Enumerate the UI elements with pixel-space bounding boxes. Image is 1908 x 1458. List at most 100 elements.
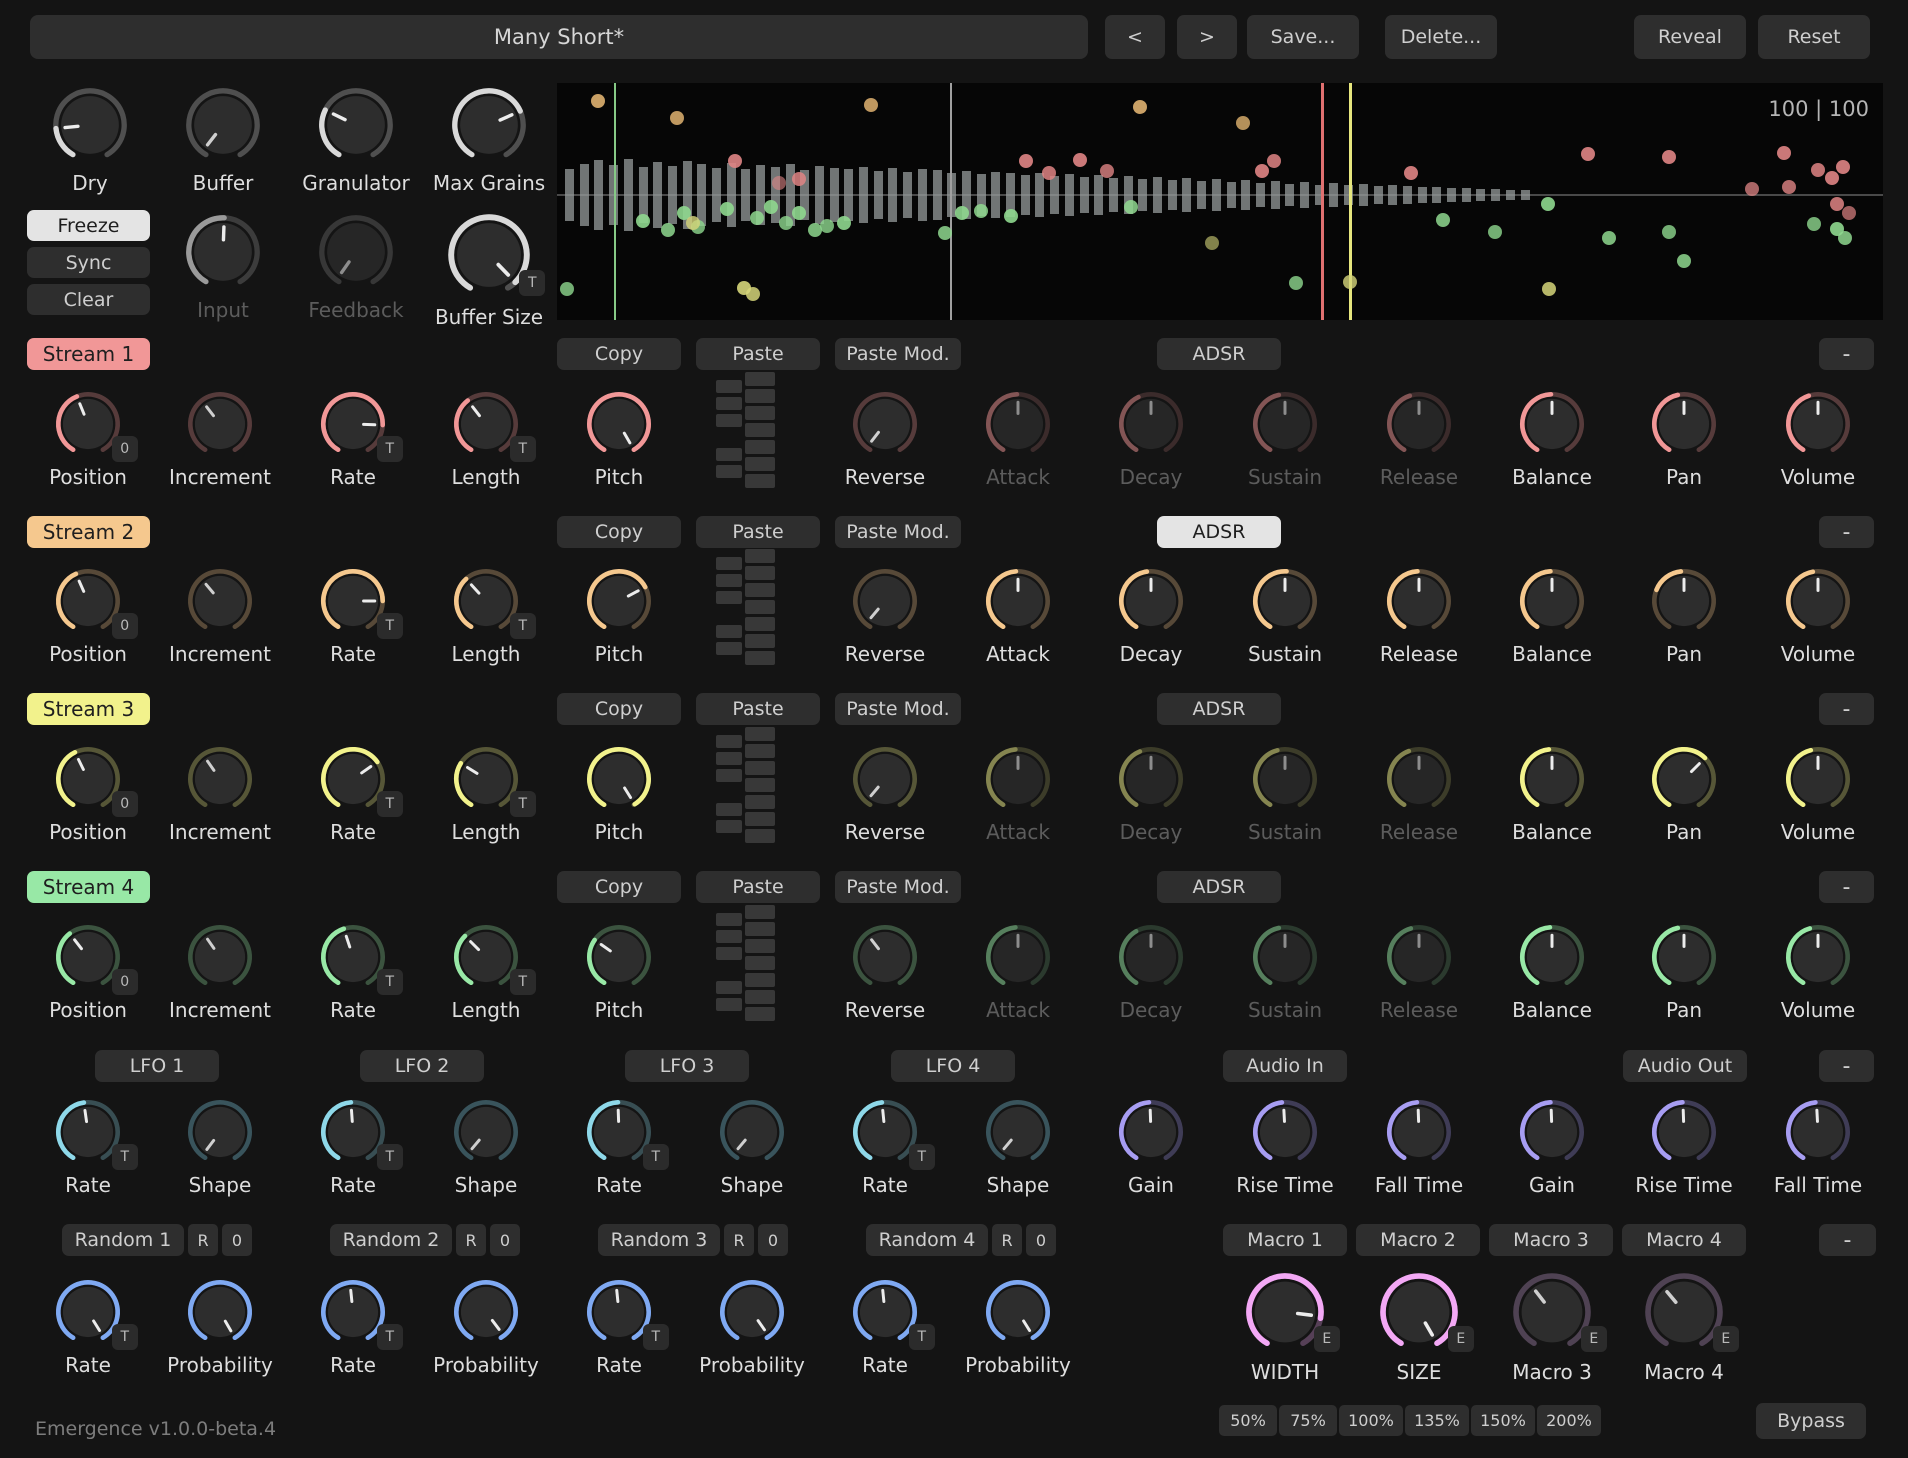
white-key[interactable] — [745, 744, 775, 758]
pitch-knob[interactable] — [586, 746, 652, 812]
t-badge-button[interactable]: T — [377, 969, 403, 995]
random-3-0-button[interactable]: 0 — [758, 1224, 788, 1256]
volume-knob[interactable] — [1785, 924, 1851, 990]
t-badge-button[interactable]: T — [377, 1144, 403, 1170]
attack-knob[interactable] — [985, 568, 1051, 634]
black-key[interactable] — [716, 981, 742, 994]
stream-4-copy-button[interactable]: Copy — [557, 871, 681, 903]
white-key[interactable] — [745, 566, 775, 580]
t-badge-button[interactable]: T — [112, 1324, 138, 1350]
white-key[interactable] — [745, 761, 775, 775]
sync-toggle[interactable]: Sync — [27, 247, 150, 278]
white-key[interactable] — [745, 651, 775, 665]
t-badge-button[interactable]: T — [519, 270, 545, 296]
reverse-knob[interactable] — [852, 568, 918, 634]
black-key[interactable] — [716, 414, 742, 427]
preset-name-field[interactable]: Many Short* — [30, 15, 1088, 59]
white-key[interactable] — [745, 973, 775, 987]
input-knob[interactable] — [185, 214, 261, 290]
pitch-knob[interactable] — [586, 568, 652, 634]
probability-knob[interactable] — [985, 1279, 1051, 1345]
black-key[interactable] — [716, 803, 742, 816]
release-knob[interactable] — [1386, 568, 1452, 634]
stream-3-paste-mod-button[interactable]: Paste Mod. — [835, 693, 961, 725]
black-key[interactable] — [716, 465, 742, 478]
0-badge-button[interactable]: 0 — [112, 613, 138, 639]
black-key[interactable] — [716, 642, 742, 655]
0-badge-button[interactable]: 0 — [112, 969, 138, 995]
white-key[interactable] — [745, 406, 775, 420]
sustain-knob[interactable] — [1252, 924, 1318, 990]
white-key[interactable] — [745, 812, 775, 826]
t-badge-button[interactable]: T — [510, 436, 536, 462]
random-1-r-button[interactable]: R — [188, 1224, 218, 1256]
freeze-toggle[interactable]: Freeze — [27, 210, 150, 241]
stream-2-copy-button[interactable]: Copy — [557, 516, 681, 548]
lfo-1-button[interactable]: LFO 1 — [95, 1050, 219, 1082]
sustain-knob[interactable] — [1252, 391, 1318, 457]
black-key[interactable] — [716, 947, 742, 960]
zoom-150-button[interactable]: 150% — [1471, 1405, 1535, 1436]
volume-knob[interactable] — [1785, 391, 1851, 457]
save-button[interactable]: Save... — [1247, 15, 1359, 59]
rise-time-knob[interactable] — [1252, 1099, 1318, 1165]
dry-knob[interactable] — [52, 87, 128, 163]
random-1-button[interactable]: Random 1 — [62, 1224, 184, 1256]
reverse-knob[interactable] — [852, 391, 918, 457]
black-key[interactable] — [716, 380, 742, 393]
zoom-75-button[interactable]: 75% — [1279, 1405, 1337, 1436]
black-key[interactable] — [716, 557, 742, 570]
white-key[interactable] — [745, 939, 775, 953]
stream-4-adsr-button[interactable]: ADSR — [1157, 871, 1281, 903]
probability-knob[interactable] — [453, 1279, 519, 1345]
random-2-0-button[interactable]: 0 — [490, 1224, 520, 1256]
stream-4-paste-mod-button[interactable]: Paste Mod. — [835, 871, 961, 903]
stream-4-collapse-button[interactable]: - — [1819, 871, 1874, 903]
white-key[interactable] — [745, 727, 775, 741]
macro-1-button[interactable]: Macro 1 — [1223, 1224, 1347, 1256]
t-badge-button[interactable]: T — [377, 436, 403, 462]
reverse-knob[interactable] — [852, 746, 918, 812]
increment-knob[interactable] — [187, 568, 253, 634]
white-key[interactable] — [745, 440, 775, 454]
white-key[interactable] — [745, 905, 775, 919]
white-key[interactable] — [745, 389, 775, 403]
collapse-button[interactable]: - — [1819, 1224, 1876, 1256]
random-3-r-button[interactable]: R — [724, 1224, 754, 1256]
volume-knob[interactable] — [1785, 568, 1851, 634]
white-key[interactable] — [745, 956, 775, 970]
shape-knob[interactable] — [985, 1099, 1051, 1165]
gain-knob[interactable] — [1519, 1099, 1585, 1165]
e-badge-button[interactable]: E — [1448, 1326, 1474, 1352]
stream-2-badge[interactable]: Stream 2 — [27, 516, 150, 548]
black-key[interactable] — [716, 448, 742, 461]
white-key[interactable] — [745, 829, 775, 843]
zoom-200-button[interactable]: 200% — [1537, 1405, 1601, 1436]
random-4-button[interactable]: Random 4 — [866, 1224, 988, 1256]
stream-1-badge[interactable]: Stream 1 — [27, 338, 150, 370]
fall-time-knob[interactable] — [1386, 1099, 1452, 1165]
random-2-r-button[interactable]: R — [456, 1224, 486, 1256]
t-badge-button[interactable]: T — [510, 791, 536, 817]
white-key[interactable] — [745, 457, 775, 471]
black-key[interactable] — [716, 913, 742, 926]
attack-knob[interactable] — [985, 391, 1051, 457]
stream-2-paste-mod-button[interactable]: Paste Mod. — [835, 516, 961, 548]
white-key[interactable] — [745, 583, 775, 597]
increment-knob[interactable] — [187, 924, 253, 990]
t-badge-button[interactable]: T — [510, 969, 536, 995]
balance-knob[interactable] — [1519, 391, 1585, 457]
t-badge-button[interactable]: T — [377, 791, 403, 817]
white-key[interactable] — [745, 634, 775, 648]
balance-knob[interactable] — [1519, 568, 1585, 634]
black-key[interactable] — [716, 574, 742, 587]
black-key[interactable] — [716, 998, 742, 1011]
t-badge-button[interactable]: T — [909, 1144, 935, 1170]
0-badge-button[interactable]: 0 — [112, 791, 138, 817]
max-grains-knob[interactable] — [451, 87, 527, 163]
stream-3-collapse-button[interactable]: - — [1819, 693, 1874, 725]
pan-knob[interactable] — [1651, 924, 1717, 990]
reveal-button[interactable]: Reveal — [1634, 15, 1746, 59]
decay-knob[interactable] — [1118, 568, 1184, 634]
t-badge-button[interactable]: T — [510, 613, 536, 639]
